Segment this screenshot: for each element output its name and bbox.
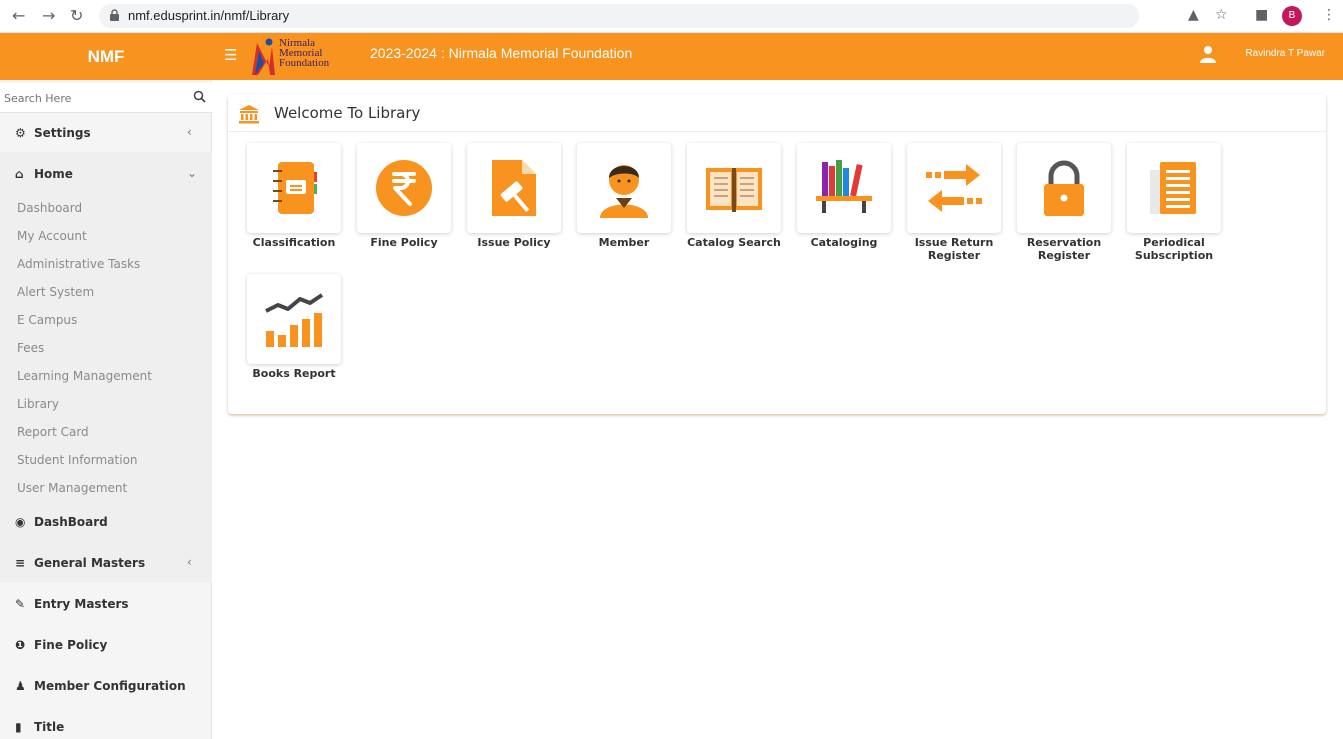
bar-chart-icon [265,293,324,347]
newspaper-icon [1150,162,1196,214]
sidebar-item-dashboard[interactable]: ◉ DashBoard [0,502,212,542]
sidebar-item-label: Fine Policy [34,638,108,652]
user-icon[interactable] [1200,45,1216,63]
list-icon: ≡ [15,556,26,570]
bookshelf-icon [816,160,872,213]
url-text: nmf.edusprint.in/nmf/Library [128,8,290,23]
tile-box [357,143,451,233]
user-icon: ♟ [15,679,26,693]
tile-label: Member [598,236,650,249]
sidebar-subitem-library[interactable]: Library [17,397,59,411]
page-title: Welcome To Library [274,104,421,122]
address-bar[interactable]: nmf.edusprint.in/nmf/Library [99,4,1139,28]
sidebar-subitem-my-account[interactable]: My Account [17,229,87,243]
notebook-icon [273,162,317,214]
tile-box [467,143,561,233]
tile-label: Cataloging [810,236,878,249]
forward-icon[interactable]: → [42,6,55,25]
gavel-document-icon [492,160,536,216]
tile-label: Books Report [252,367,336,380]
exchange-arrows-icon [926,164,982,212]
tile-label: Issue Return Register [914,236,994,262]
sidebar-subitem-report-card[interactable]: Report Card [17,425,89,439]
lock-icon [110,9,119,21]
browser-toolbar: ← → ↻ nmf.edusprint.in/nmf/Library ▲ ☆ ■… [0,0,1343,33]
bank-icon [239,105,259,124]
brand-name: NMF [87,47,125,66]
hamburger-menu-icon[interactable]: ☰ [224,46,238,64]
tile-label: Reservation Register [1026,236,1102,262]
sidebar-subitem-fees[interactable]: Fees [17,341,44,355]
info-circle-icon: ❶ [15,638,26,652]
share-icon[interactable]: ▲ [1188,7,1199,23]
sidebar-item-label: Title [34,720,65,734]
tile-box [577,143,671,233]
sidebar-item-label: General Masters [34,556,146,570]
tile-label: Periodical Subscription [1134,236,1214,262]
sidebar-subitem-alert-system[interactable]: Alert System [17,285,94,299]
search-icon[interactable] [193,90,206,103]
tile-label: Fine Policy [370,236,438,249]
chevron-down-icon: ⌄ [187,166,198,180]
sidebar-subitem-dashboard[interactable]: Dashboard [17,201,82,215]
dashboard-icon: ◉ [15,515,26,529]
book-icon: ▮ [15,720,22,734]
library-panel: Welcome To Library Classification Fine P… [228,94,1326,414]
panel-header: Welcome To Library [228,94,1326,132]
edit-icon: ✎ [15,597,26,611]
tile-box [687,143,781,233]
sidebar-item-label: Member Configuration [34,679,186,693]
sidebar-subitem-user-management[interactable]: User Management [17,481,127,495]
chevron-left-icon: ‹ [187,555,192,569]
tile-box [1017,143,1111,233]
back-icon[interactable]: ← [12,6,25,25]
sidebar-item-entry-masters[interactable]: ✎ Entry Masters [0,584,212,624]
sidebar-item-title[interactable]: ▮ Title [0,707,212,739]
open-book-icon [706,168,762,212]
logo-line-3: Foundation [279,57,330,69]
tile-label: Issue Policy [477,236,551,249]
sidebar-item-fine-policy[interactable]: ❶ Fine Policy [0,625,212,665]
sidebar-item-label: DashBoard [34,515,108,529]
search-input[interactable] [4,89,184,107]
tab-layout-icon[interactable]: ■ [1255,7,1268,23]
sidebar-item-label: Home [34,167,73,181]
foundation-logo: Nirmala Memorial Foundation [249,37,353,77]
sidebar-item-settings[interactable]: ⚙ Settings ‹ [0,113,212,153]
tile-box [247,274,341,364]
reload-icon[interactable]: ↻ [70,6,83,25]
sidebar-subitem-e-campus[interactable]: E Campus [17,313,77,327]
session-title: 2023-2024 : Nirmala Memorial Foundation [370,45,633,61]
sidebar-item-label: Settings [34,126,91,140]
sidebar: ⚙ Settings ‹ ⌂ Home ⌄ Dashboard My Accou… [0,80,212,739]
more-menu-icon[interactable]: ⋮ [1322,7,1336,23]
tile-box [1127,143,1221,233]
cogs-icon: ⚙ [15,126,26,140]
sidebar-subitem-administrative-tasks[interactable]: Administrative Tasks [17,257,140,271]
sidebar-item-label: Entry Masters [34,597,129,611]
person-icon [600,165,648,218]
sidebar-item-general-masters[interactable]: ≡ General Masters ‹ [0,543,212,583]
tile-label: Catalog Search [687,236,781,249]
sidebar-item-home[interactable]: ⌂ Home ⌄ [0,154,212,194]
tile-box [907,143,1001,233]
profile-avatar[interactable]: B [1282,6,1302,26]
tile-label: Classification [252,236,336,249]
user-name[interactable]: Ravindra T Pawar [1245,48,1325,59]
star-icon[interactable]: ☆ [1215,7,1228,23]
sidebar-subitem-student-information[interactable]: Student Information [17,453,138,467]
tile-box [247,143,341,233]
rupee-icon [376,160,432,216]
sidebar-search [0,83,212,113]
chevron-left-icon: ‹ [187,125,192,139]
app-header: NMF ☰ Nirmala Memorial Foundation 2023-2… [0,33,1343,80]
sidebar-subitem-learning-management[interactable]: Learning Management [17,369,152,383]
padlock-icon [1044,160,1084,216]
tile-box [797,143,891,233]
sidebar-item-member-configuration[interactable]: ♟ Member Configuration [0,666,212,706]
home-icon: ⌂ [15,167,24,181]
